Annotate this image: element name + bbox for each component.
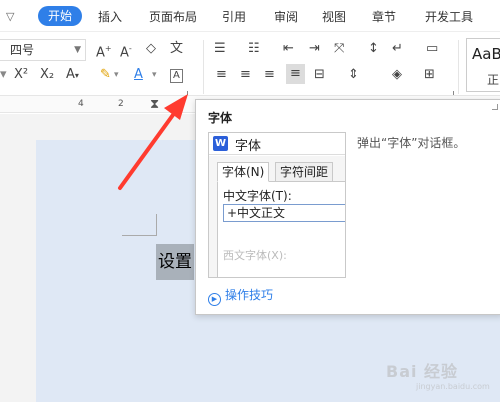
tooltip-corner-icon: [492, 104, 498, 110]
chinese-font-select: +中文正文: [223, 204, 345, 222]
font-color-icon[interactable]: A: [134, 66, 143, 84]
selected-text[interactable]: 设置: [156, 244, 194, 280]
grow-font-icon[interactable]: A+: [96, 40, 112, 62]
font-tooltip-popup: 字体 弹出“字体”对话框。 W 字体 字体(N) 字符间距 中文字体(T): +…: [195, 99, 500, 315]
align-left-icon[interactable]: ≡: [216, 66, 227, 84]
shrink-font-icon[interactable]: A-: [120, 40, 132, 62]
play-icon: ▶: [208, 293, 221, 306]
borders-icon[interactable]: ⊞: [424, 66, 435, 84]
tips-label: 操作技巧: [225, 288, 274, 302]
tab-page-layout[interactable]: 页面布局: [149, 8, 197, 26]
subscript-icon[interactable]: X₂: [40, 66, 54, 84]
bullet-list-icon[interactable]: ☰: [214, 40, 226, 58]
dropdown-caret-icon[interactable]: ▾: [152, 66, 157, 84]
toolbar-separator: [458, 40, 459, 94]
decrease-indent-icon[interactable]: ⇤: [283, 40, 294, 58]
tab-references[interactable]: 引用: [222, 8, 246, 26]
tab-view[interactable]: 视图: [322, 8, 346, 26]
tab-font: 字体(N): [217, 162, 270, 182]
superscript-icon[interactable]: X²: [14, 66, 28, 84]
tab-insert[interactable]: 插入: [98, 8, 122, 26]
clear-format-icon[interactable]: ◇: [146, 40, 156, 58]
tab-chapter[interactable]: 章节: [372, 8, 396, 26]
align-center-icon[interactable]: ≡: [240, 66, 251, 84]
tooltip-description: 弹出“字体”对话框。: [357, 136, 466, 150]
tab-developer[interactable]: 开发工具: [425, 8, 473, 26]
style-gallery-item[interactable]: AaB 正: [466, 38, 500, 92]
dropdown-caret-icon[interactable]: ▾: [0, 66, 7, 84]
sort-icon[interactable]: ↕: [368, 40, 379, 58]
char-border-icon[interactable]: A: [170, 69, 183, 83]
tooltip-title: 字体: [208, 111, 233, 125]
tips-link[interactable]: ▶ 操作技巧: [208, 286, 273, 306]
style-name: 正: [487, 73, 500, 87]
dialog-title: 字体: [235, 139, 262, 154]
ruler-tick: 2: [118, 99, 124, 109]
chinese-font-label: 中文字体(T):: [223, 189, 292, 203]
justify-icon[interactable]: ≡: [286, 64, 305, 84]
table-tools-icon[interactable]: ▭: [426, 40, 438, 58]
toolbar-separator: [203, 40, 204, 94]
text-direction-icon[interactable]: ⤧: [334, 40, 344, 58]
chevron-down-icon: ▼: [74, 45, 81, 55]
tab-review[interactable]: 审阅: [274, 8, 298, 26]
tab-start[interactable]: 开始: [38, 6, 83, 26]
align-right-icon[interactable]: ≡: [264, 66, 275, 84]
font-dialog-preview: W 字体 字体(N) 字符间距 中文字体(T): +中文正文 西文字体(X):: [208, 132, 346, 278]
paragraph-marks-icon[interactable]: ↵: [392, 40, 403, 58]
tab-character-spacing: 字符间距: [275, 162, 334, 182]
font-size-value: 四号: [10, 43, 35, 57]
font-size-select[interactable]: 四号 ▼: [0, 39, 86, 61]
phonetic-guide-icon[interactable]: 文: [170, 40, 183, 58]
font-effects-icon[interactable]: A▾: [66, 66, 79, 85]
distributed-align-icon[interactable]: ⊟: [314, 66, 325, 84]
dropdown-caret-icon[interactable]: ▾: [114, 66, 119, 84]
crop-mark: [156, 214, 157, 236]
indent-marker-icon[interactable]: ⧗: [150, 97, 159, 112]
shading-icon[interactable]: ◈: [392, 66, 402, 84]
increase-indent-icon[interactable]: ⇥: [309, 40, 320, 58]
ruler-tick: 4: [78, 99, 84, 109]
wps-writer-logo-icon: W: [213, 136, 228, 151]
style-preview: AaB: [472, 45, 500, 63]
numbered-list-icon[interactable]: ☷: [248, 40, 260, 58]
dialog-body: 字体(N) 字符间距 中文字体(T): +中文正文 西文字体(X):: [209, 156, 345, 277]
ribbon-menubar: ▽ 开始 插入 页面布局 引用 审阅 视图 章节 开发工具: [0, 0, 500, 32]
crop-mark: [122, 235, 156, 236]
western-font-label: 西文字体(X):: [223, 249, 287, 262]
highlight-icon[interactable]: ✎: [100, 66, 111, 84]
line-spacing-icon[interactable]: ⇕: [348, 66, 359, 84]
ribbon-toolbar: 四号 ▼ A+ A- ◇ 文 ▾ X² X₂ A▾ ✎ ▾ A ▾ A ☰ ☷ …: [0, 32, 500, 94]
dialog-titlebar: W 字体: [209, 133, 345, 155]
menu-caret-icon[interactable]: ▽: [6, 10, 14, 23]
watermark-logo: Bai 经验 jingyan.baidu.com: [386, 362, 490, 391]
